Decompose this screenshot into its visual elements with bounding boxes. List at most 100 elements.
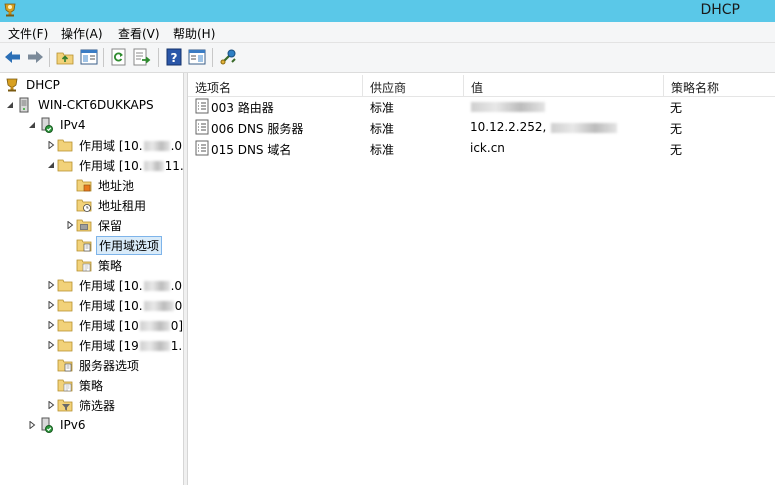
menu-view[interactable]: 查看(V) xyxy=(118,25,160,42)
menu-action[interactable]: 操作(A) xyxy=(61,25,103,42)
toolbar: ? xyxy=(0,43,775,73)
export-list-icon[interactable] xyxy=(132,47,152,67)
tree-item-reservations[interactable]: 保留 xyxy=(64,215,124,235)
tree-label: 作用域 [10 0] xyxy=(79,318,183,333)
tree-item-scope-options[interactable]: 作用域选项 xyxy=(76,235,163,255)
tree-item-server-options[interactable]: 服务器选项 xyxy=(57,355,141,375)
expand-arrow-icon[interactable] xyxy=(26,415,38,435)
tree-item-address-pool[interactable]: 地址池 xyxy=(76,175,136,195)
tree-label: 地址租用 xyxy=(98,198,147,213)
redacted-text xyxy=(139,321,170,331)
tree-label: DHCP xyxy=(26,78,60,92)
forward-arrow-icon[interactable] xyxy=(25,47,45,67)
title-bar: DHCP xyxy=(0,0,775,22)
address-leases-icon xyxy=(76,199,92,212)
up-folder-icon[interactable] xyxy=(55,47,75,67)
folder-icon xyxy=(57,159,73,172)
cell-policy-name: 无 xyxy=(670,101,683,115)
redacted-text xyxy=(139,341,170,351)
folder-icon xyxy=(57,279,73,292)
tree-item-scope[interactable]: 作用域 [10. .0 xyxy=(45,135,183,155)
collapse-arrow-icon[interactable] xyxy=(4,95,16,115)
toolbar-separator xyxy=(212,48,213,67)
dhcp-server-tool-icon[interactable] xyxy=(218,47,238,67)
tree-label: 作用域 [10. .0 xyxy=(79,278,183,293)
menu-help[interactable]: 帮助(H) xyxy=(173,25,215,42)
tree-item-policies[interactable]: 策略 xyxy=(57,375,105,395)
filter-icon xyxy=(57,399,73,412)
tree-item-ipv4[interactable]: IPv4 xyxy=(26,115,88,135)
expand-arrow-icon[interactable] xyxy=(45,295,57,315)
list-row[interactable]: 015 DNS 域名 标准 ick.cn 无 xyxy=(188,138,775,159)
help-icon[interactable]: ? xyxy=(164,47,184,67)
cell-policy-name: 无 xyxy=(670,122,683,136)
expand-arrow-icon[interactable] xyxy=(45,335,57,355)
show-hide-action-pane-icon[interactable] xyxy=(187,47,207,67)
column-header-vendor[interactable]: 供应商 xyxy=(363,75,464,97)
tree-item-scope[interactable]: 作用域 [19 1. xyxy=(45,335,183,355)
details-list[interactable]: 选项名 供应商 值 策略名称 003 路由器 标准 无 006 DNS 服务器 … xyxy=(188,73,775,485)
reservations-icon xyxy=(76,219,92,232)
tree-item-scope[interactable]: 作用域 [10. 0 xyxy=(45,295,183,315)
console-tree[interactable]: DHCP WIN-CKT6DUKKAPS IPv4 作用域 [10. .0 作用域… xyxy=(0,73,183,485)
expand-arrow-icon[interactable] xyxy=(45,395,57,415)
tree-item-filters[interactable]: 筛选器 xyxy=(45,395,117,415)
column-header-option-name[interactable]: 选项名 xyxy=(188,75,363,97)
collapse-arrow-icon[interactable] xyxy=(45,155,57,175)
list-row[interactable]: 006 DNS 服务器 标准 10.12.2.252, 无 xyxy=(188,117,775,138)
cell-value xyxy=(470,99,546,113)
menu-bar: 文件(F) 操作(A) 查看(V) 帮助(H) xyxy=(0,22,775,43)
cell-value: 10.12.2.252, xyxy=(470,120,618,134)
cell-option-name: 015 DNS 域名 xyxy=(211,143,292,157)
expand-arrow-icon[interactable] xyxy=(45,315,57,335)
tree-label: IPv6 xyxy=(60,418,86,432)
tree-item-scope[interactable]: 作用域 [10. .0 xyxy=(45,275,183,295)
folder-icon xyxy=(57,139,73,152)
refresh-icon[interactable] xyxy=(109,47,129,67)
toolbar-separator xyxy=(49,48,50,67)
expand-arrow-icon[interactable] xyxy=(45,135,57,155)
tree-label: 作用域 [10.11.0 xyxy=(79,158,183,173)
show-hide-console-tree-icon[interactable] xyxy=(79,47,99,67)
dhcp-app-icon xyxy=(4,3,16,17)
menu-file[interactable]: 文件(F) xyxy=(8,25,48,42)
column-header-value[interactable]: 值 xyxy=(464,75,664,97)
redacted-text xyxy=(143,141,170,151)
tree-label: 策略 xyxy=(98,258,123,273)
tree-label: 作用域选项 xyxy=(96,235,163,255)
tree-item-scope[interactable]: 作用域 [10.11.0 xyxy=(45,155,183,175)
ipv4-icon xyxy=(41,117,53,133)
tree-label: 服务器选项 xyxy=(79,358,140,373)
scope-options-icon xyxy=(76,239,92,252)
cell-vendor: 标准 xyxy=(370,101,395,115)
tree-item-ipv6[interactable]: IPv6 xyxy=(26,415,88,435)
list-row[interactable]: 003 路由器 标准 无 xyxy=(188,96,775,117)
policy-icon xyxy=(57,379,73,392)
tree-label: 作用域 [10. .0 xyxy=(79,138,183,153)
redacted-text xyxy=(471,101,545,112)
cell-option-name: 003 路由器 xyxy=(211,101,274,115)
server-icon xyxy=(19,97,29,113)
tree-item-scope-policies[interactable]: 策略 xyxy=(76,255,124,275)
expand-arrow-icon[interactable] xyxy=(45,275,57,295)
column-header-policy-name[interactable]: 策略名称 xyxy=(664,75,775,97)
ipv6-icon xyxy=(41,417,53,433)
tree-label: 筛选器 xyxy=(79,398,116,413)
toolbar-separator xyxy=(158,48,159,67)
back-arrow-icon[interactable] xyxy=(3,47,23,67)
window-title: DHCP xyxy=(700,2,740,18)
expand-arrow-icon[interactable] xyxy=(64,215,76,235)
redacted-text xyxy=(143,301,174,311)
collapse-arrow-icon[interactable] xyxy=(26,115,38,135)
cell-vendor: 标准 xyxy=(370,143,395,157)
redacted-text xyxy=(143,161,164,171)
tree-label: 作用域 [19 1. xyxy=(79,338,183,353)
tree-label: WIN-CKT6DUKKAPS xyxy=(38,98,154,112)
tree-label: IPv4 xyxy=(60,118,86,132)
tree-item-server[interactable]: WIN-CKT6DUKKAPS xyxy=(4,95,156,115)
tree-item-dhcp[interactable]: DHCP xyxy=(0,75,62,95)
tree-item-scope[interactable]: 作用域 [10 0] xyxy=(45,315,183,335)
folder-icon xyxy=(57,299,73,312)
tree-item-address-leases[interactable]: 地址租用 xyxy=(76,195,148,215)
redacted-text xyxy=(143,281,170,291)
